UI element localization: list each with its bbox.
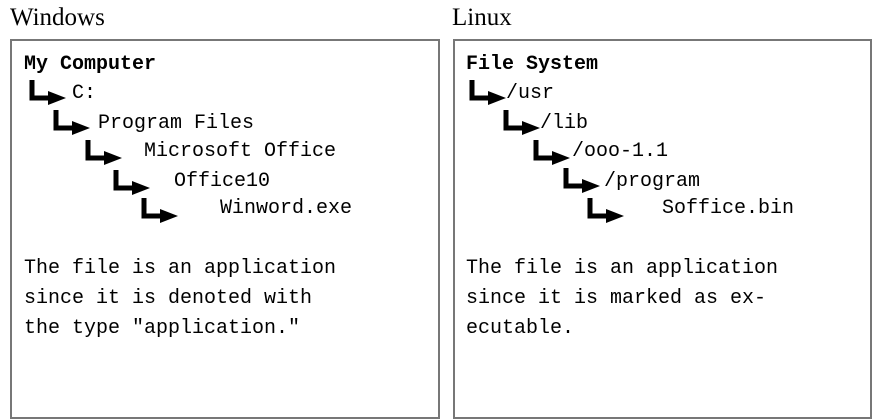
windows-description-line-1: The file is an application <box>24 257 337 280</box>
windows-path-office10: Office10 <box>174 170 271 193</box>
windows-title: Windows <box>10 4 105 31</box>
windows-path-winword: Winword.exe <box>220 197 353 220</box>
elbow-arrow-icon <box>85 140 122 165</box>
elbow-arrow-icon <box>113 170 150 195</box>
linux-description-line-1: The file is an application <box>466 257 779 280</box>
elbow-arrow-icon <box>587 198 624 223</box>
linux-path-lib: /lib <box>540 112 589 135</box>
windows-path-microsoft-office: Microsoft Office <box>144 140 337 163</box>
elbow-arrow-icon <box>503 110 540 135</box>
windows-description-line-3: the type "application." <box>24 317 301 340</box>
elbow-arrow-icon <box>53 110 90 135</box>
linux-title: Linux <box>452 4 512 31</box>
windows-path-c-drive: C: <box>72 82 97 105</box>
elbow-arrow-icon <box>533 140 570 165</box>
linux-path-program: /program <box>604 170 701 193</box>
linux-path-soffice: Soffice.bin <box>662 197 795 220</box>
elbow-arrow-icon <box>469 80 506 105</box>
elbow-arrow-icon <box>563 168 600 193</box>
windows-root-label: My Computer <box>24 53 157 76</box>
elbow-arrow-icon <box>141 198 178 223</box>
linux-description-line-2: since it is marked as ex- <box>466 287 767 310</box>
windows-description-line-2: since it is denoted with <box>24 287 313 310</box>
windows-path-program-files: Program Files <box>98 112 255 135</box>
elbow-arrow-icon <box>29 80 66 105</box>
linux-description-line-3: ecutable. <box>466 317 575 340</box>
linux-path-usr: /usr <box>506 82 555 105</box>
linux-path-ooo: /ooo-1.1 <box>572 140 669 163</box>
linux-root-label: File System <box>466 53 599 76</box>
